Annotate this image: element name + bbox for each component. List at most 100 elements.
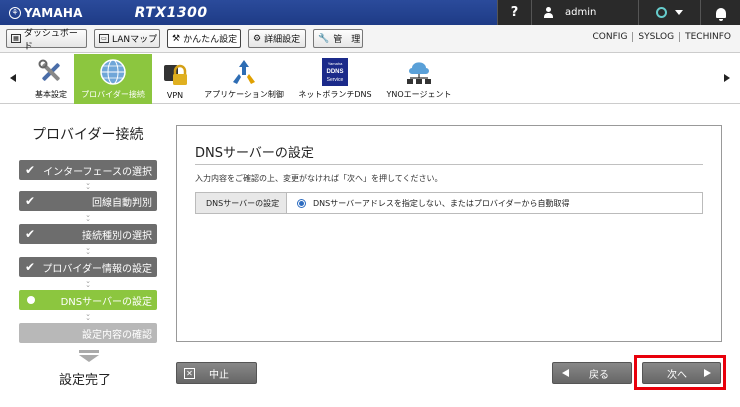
- check-icon: ✔: [25, 194, 36, 208]
- step-interface-select: ✔ インターフェースの選択: [19, 160, 157, 180]
- dns-icon-text: Yamaha: [328, 61, 343, 66]
- scroll-right-arrow-icon[interactable]: [724, 74, 730, 82]
- help-button[interactable]: ?: [497, 0, 531, 25]
- title-divider: [195, 164, 703, 165]
- model-name: RTX1300: [134, 4, 208, 21]
- step-separator-icon: ⌄ ⌄: [85, 244, 91, 256]
- radio-selected-icon: [297, 198, 306, 208]
- dns-icon-text: DDNS: [326, 69, 343, 75]
- tab-management[interactable]: 🔧 管 理: [313, 29, 363, 48]
- dns-setting-value: DNSサーバーアドレスを指定しない、またはプロバイダーから自動取得: [287, 193, 702, 213]
- config-link[interactable]: CONFIG: [588, 32, 633, 42]
- cancel-label: 中止: [209, 369, 229, 381]
- ribbon-label: プロバイダー接続: [81, 90, 145, 99]
- step-provider-info: ✔ プロバイダー情報の設定: [19, 257, 157, 277]
- feature-ribbon: 基本設定 プロバイダー接続 VPN アプリケーション制御 Yamaha DDNS…: [0, 54, 740, 104]
- lan-map-icon: ▭: [99, 34, 109, 43]
- tab-label: ダッシュボード: [23, 28, 78, 52]
- wrench-person-icon: ⚒: [172, 33, 181, 44]
- dns-setting-row: DNSサーバーの設定 DNSサーバーアドレスを指定しない、またはプロバイダーから…: [195, 192, 703, 214]
- app-control-icon: [230, 58, 258, 86]
- tools-icon: [37, 58, 65, 86]
- step-separator-icon: ⌄ ⌄: [85, 211, 91, 223]
- gear-icon: ⚙: [253, 33, 262, 44]
- step-separator-icon: ⌄ ⌄: [85, 277, 91, 289]
- tab-label: 詳細設定: [264, 35, 301, 45]
- current-step-dot-icon: [27, 296, 35, 304]
- dns-setting-text: DNSサーバーアドレスを指定しない、またはプロバイダーから自動取得: [313, 198, 570, 208]
- step-separator-icon: ⌄ ⌄: [85, 310, 91, 322]
- user-menu[interactable]: admin: [531, 0, 638, 25]
- ribbon-label: VPN: [166, 91, 184, 100]
- status-menu[interactable]: [638, 0, 700, 25]
- back-button[interactable]: 戻る: [552, 362, 632, 384]
- tab-easy-setup[interactable]: ⚒ かんたん設定: [167, 29, 241, 48]
- ribbon-item-netvolante-dns[interactable]: Yamaha DDNS Service ネットボランチDNS: [296, 54, 374, 104]
- ribbon-label: YNOエージェント: [386, 90, 452, 99]
- instruction-text: 入力内容をご確認の上、変更がなければ「次へ」を押してください。: [195, 174, 443, 183]
- header-links: CONFIG SYSLOG TECHINFO: [588, 32, 736, 42]
- brand-name: YAMAHA: [24, 5, 83, 20]
- step-label: DNSサーバーの設定: [60, 296, 152, 308]
- user-name: admin: [565, 7, 597, 18]
- back-label: 戻る: [589, 369, 609, 381]
- back-arrow-icon: [562, 369, 569, 377]
- dns-setting-label: DNSサーバーの設定: [196, 193, 287, 213]
- step-label: インターフェースの選択: [43, 166, 152, 178]
- tab-label: LANマップ: [112, 35, 158, 45]
- ribbon-item-app-control[interactable]: アプリケーション制御: [200, 54, 288, 104]
- notification-button[interactable]: [700, 0, 740, 25]
- status-ring-icon: [656, 7, 667, 18]
- scroll-left-arrow-icon[interactable]: [10, 74, 16, 82]
- yamaha-logo: ⚘ YAMAHA: [9, 6, 83, 20]
- cancel-button[interactable]: ✕ 中止: [176, 362, 257, 384]
- top-bar: ⚘ YAMAHA RTX1300 ? admin: [0, 0, 740, 25]
- dns-service-icon: Yamaha DDNS Service: [321, 58, 349, 86]
- down-arrow-icon: [79, 350, 99, 362]
- tuning-fork-icon: ⚘: [9, 6, 21, 19]
- check-icon: ✔: [25, 163, 36, 177]
- ribbon-item-vpn[interactable]: VPN: [158, 54, 192, 104]
- bell-icon: [715, 7, 726, 21]
- network-agent-icon: [405, 58, 433, 86]
- chevron-down-icon: [675, 10, 683, 15]
- ribbon-label: アプリケーション制御: [204, 90, 284, 99]
- dns-icon-text: Service: [327, 77, 344, 83]
- syslog-link[interactable]: SYSLOG: [632, 32, 679, 42]
- ribbon-item-yno-agent[interactable]: YNOエージェント: [380, 54, 458, 104]
- top-right-controls: ? admin: [497, 0, 740, 25]
- ribbon-label: ネットボランチDNS: [298, 90, 372, 99]
- next-label: 次へ: [667, 369, 687, 381]
- wrench-icon: 🔧: [318, 33, 330, 44]
- lock-icon: [161, 60, 189, 88]
- step-separator-icon: ⌄ ⌄: [85, 179, 91, 191]
- settings-panel: DNSサーバーの設定 入力内容をご確認の上、変更がなければ「次へ」を押してくださ…: [176, 125, 722, 342]
- step-label: プロバイダー情報の設定: [42, 263, 152, 275]
- main-nav: ▦ ダッシュボード ▭ LANマップ ⚒ かんたん設定 ⚙ 詳細設定 🔧 管 理…: [0, 25, 740, 53]
- step-complete-label: 設定完了: [59, 373, 112, 388]
- step-line-auto-detect: ✔ 回線自動判別: [19, 191, 157, 211]
- tab-lan-map[interactable]: ▭ LANマップ: [94, 29, 160, 48]
- dashboard-icon: ▦: [11, 34, 21, 43]
- ribbon-item-basic-settings[interactable]: 基本設定: [28, 54, 74, 104]
- tab-label: 管 理: [333, 35, 361, 45]
- tab-label: かんたん設定: [183, 35, 238, 45]
- step-confirm: 設定内容の確認: [19, 323, 157, 343]
- check-icon: ✔: [25, 227, 36, 241]
- next-button[interactable]: 次へ: [642, 362, 721, 384]
- close-icon: ✕: [184, 367, 195, 379]
- page-title: DNSサーバーの設定: [195, 146, 314, 161]
- techinfo-link[interactable]: TECHINFO: [679, 32, 736, 42]
- user-icon: [544, 7, 553, 18]
- step-connection-type: ✔ 接続種別の選択: [19, 224, 157, 244]
- tab-dashboard[interactable]: ▦ ダッシュボード: [6, 29, 87, 52]
- check-icon: ✔: [25, 260, 36, 274]
- step-label: 回線自動判別: [92, 197, 152, 209]
- ribbon-item-provider-connection[interactable]: プロバイダー接続: [74, 54, 152, 104]
- ribbon-label: 基本設定: [35, 90, 67, 99]
- step-label: 接続種別の選択: [82, 230, 152, 242]
- wizard-title: プロバイダー接続: [32, 127, 144, 143]
- tab-advanced-settings[interactable]: ⚙ 詳細設定: [248, 29, 306, 48]
- globe-icon: [99, 58, 127, 86]
- step-label: 設定内容の確認: [82, 329, 152, 341]
